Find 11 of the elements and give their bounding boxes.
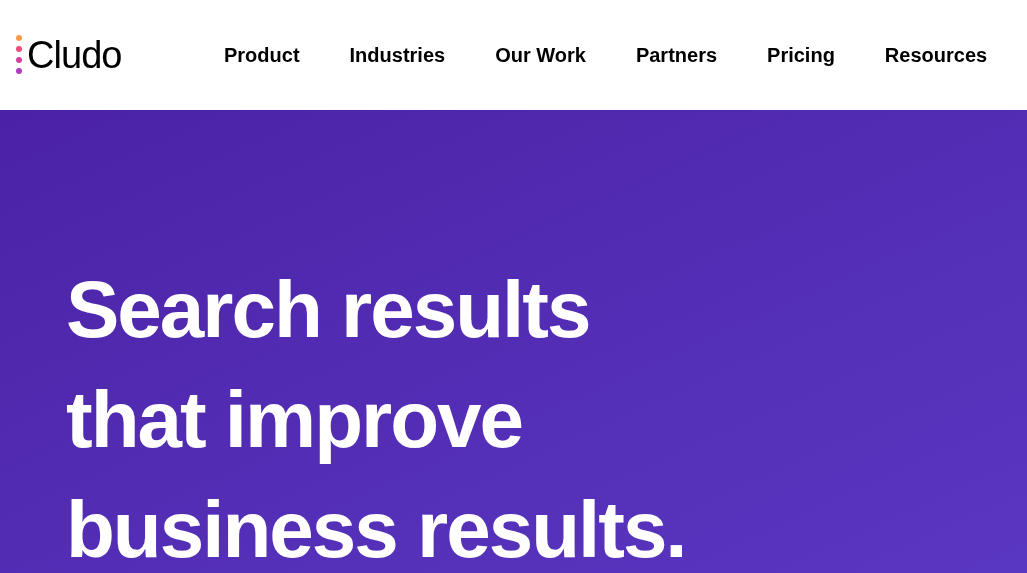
hero-headline-line: Search results (66, 264, 590, 356)
nav-link[interactable]: Product (224, 40, 300, 70)
nav-link[interactable]: Partners (635, 40, 718, 70)
logo-dots-icon (15, 34, 23, 76)
nav-link[interactable]: Resources (884, 40, 988, 70)
nav-link[interactable]: Our Work (495, 40, 586, 70)
nav-link[interactable]: Pricing (767, 40, 835, 70)
nav-link[interactable]: Industries (349, 40, 446, 70)
logo-text[interactable]: Cludo (27, 36, 122, 74)
hero-headline-line: that improve (66, 374, 523, 466)
hero-headline-line: business results. (66, 484, 686, 573)
